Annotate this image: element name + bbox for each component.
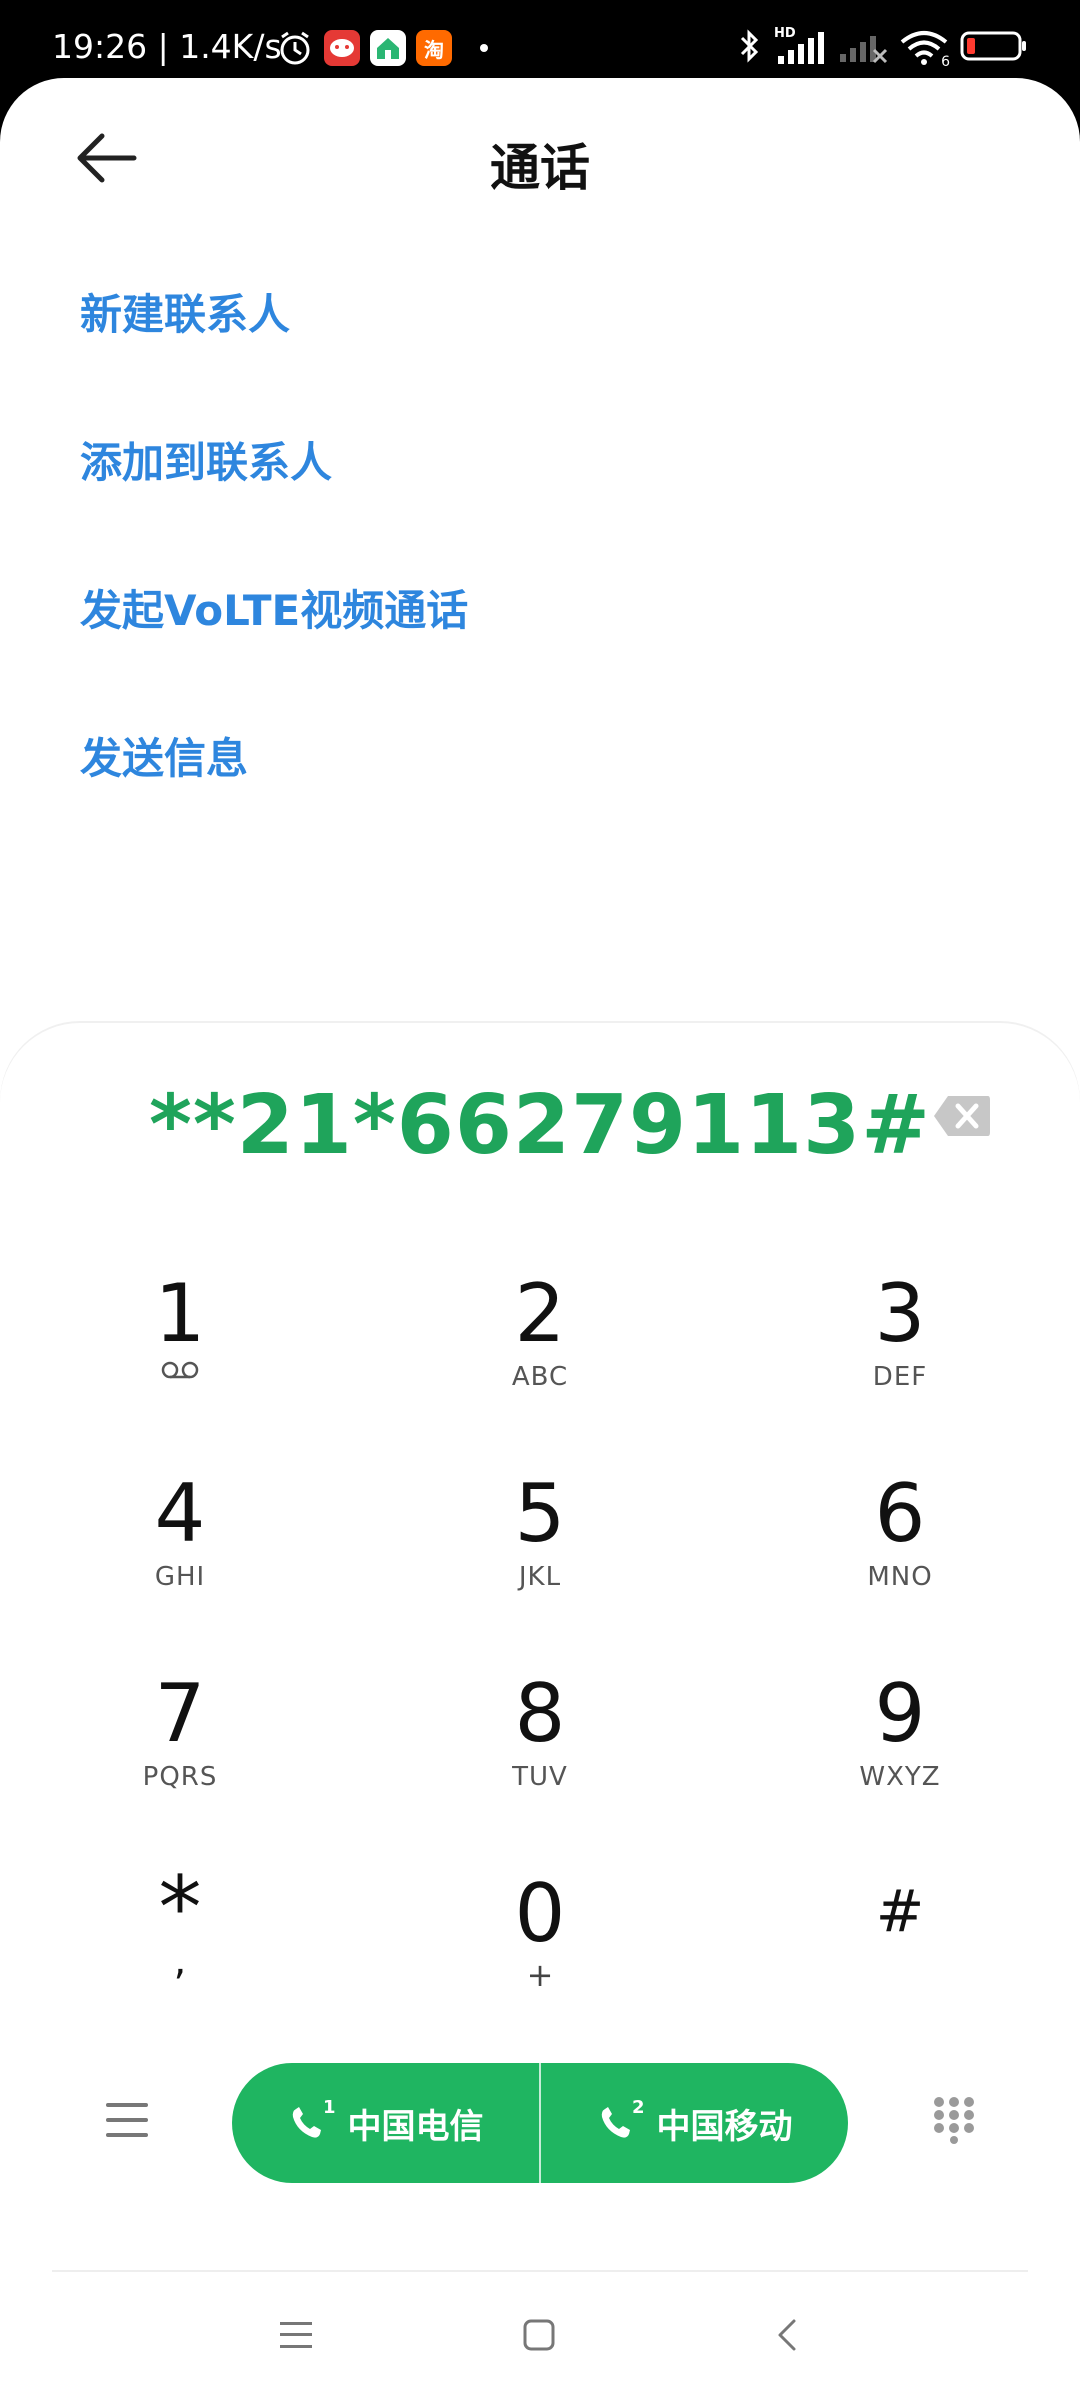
app-red-icon (324, 30, 360, 66)
menu-item-volte-video-call[interactable]: 发起VoLTE视频通话 (80, 572, 980, 720)
key-digit: 6 (874, 1467, 926, 1560)
dialed-number[interactable]: **21*66279113# (0, 1078, 1080, 1173)
key-4[interactable]: 4 GHI (90, 1470, 270, 1630)
nav-recents-button[interactable] (278, 2320, 314, 2350)
key-letters: MNO (867, 1562, 933, 1592)
call-buttons: 1 中国电信 2 中国移动 (232, 2063, 848, 2183)
taobao-icon: 淘 (416, 30, 452, 66)
key-letters: WXYZ (859, 1762, 941, 1792)
key-1[interactable]: 1 (90, 1270, 270, 1430)
app-green-home-icon (370, 30, 406, 66)
call-options-menu: 新建联系人 添加到联系人 发起VoLTE视频通话 发送信息 (80, 276, 980, 868)
key-2[interactable]: 2 ABC (450, 1270, 630, 1430)
signal-x-icon (838, 28, 888, 68)
bluetooth-icon (736, 28, 762, 68)
dialer-menu-button[interactable] (104, 2100, 150, 2140)
backspace-icon (934, 1096, 990, 1136)
key-letters: JKL (518, 1562, 562, 1592)
key-9[interactable]: 9 WXYZ (810, 1670, 990, 1830)
phone-sim2-icon: 2 (597, 2097, 645, 2143)
nav-recents-icon (280, 2322, 312, 2348)
dialpad-grid-icon (934, 2097, 974, 2144)
key-8[interactable]: 8 TUV (450, 1670, 630, 1830)
status-right-icons: HD 6 (736, 26, 1028, 70)
call-sim2-label: 中国移动 (656, 2106, 793, 2147)
key-digit: 5 (514, 1467, 566, 1560)
key-star[interactable]: * , (90, 1858, 270, 2030)
key-6[interactable]: 6 MNO (810, 1470, 990, 1630)
key-digit: 3 (874, 1267, 926, 1360)
phone-sim1-icon: 1 (288, 2097, 336, 2143)
key-symbol: , (173, 1938, 187, 1984)
nav-back-icon (778, 2319, 796, 2351)
key-letters: GHI (154, 1562, 206, 1592)
page-title: 通话 (490, 139, 590, 197)
menu-item-send-message[interactable]: 发送信息 (80, 720, 980, 868)
nav-back-button[interactable] (770, 2318, 804, 2352)
call-sim1-label: 中国电信 (347, 2106, 484, 2147)
wifi-label: 6 (941, 54, 950, 70)
key-digit: 9 (874, 1667, 926, 1760)
status-bar: 19:26 | 1.4K/s 淘 HD 6 (0, 0, 1080, 82)
key-digit: 1 (154, 1267, 206, 1360)
key-digit: 8 (514, 1667, 566, 1760)
navbar-divider (52, 2270, 1028, 2272)
nav-home-icon (523, 2319, 555, 2351)
key-7[interactable]: 7 PQRS (90, 1670, 270, 1830)
notification-dot-icon (480, 44, 488, 52)
menu-item-new-contact[interactable]: 新建联系人 (80, 276, 980, 424)
key-digit: 0 (514, 1867, 566, 1960)
hd-label: HD (774, 26, 796, 41)
signal-hd-icon: HD (774, 26, 826, 66)
call-sim1-button[interactable]: 1 中国电信 (232, 2063, 539, 2183)
sim1-badge: 1 (322, 2097, 336, 2118)
key-hash[interactable]: # (810, 1870, 990, 2030)
dialpad-toggle-button[interactable] (932, 2096, 976, 2144)
key-digit: 7 (154, 1667, 206, 1760)
key-digit: 4 (154, 1467, 206, 1560)
battery-icon (960, 29, 1028, 67)
key-letters: DEF (872, 1362, 928, 1392)
key-letters: TUV (512, 1762, 568, 1792)
voicemail-icon (90, 1360, 270, 1384)
key-digit: 2 (514, 1267, 566, 1360)
key-letters: ABC (511, 1362, 569, 1392)
wifi-icon: 6 (900, 30, 950, 70)
key-0[interactable]: 0 + (450, 1870, 630, 2030)
nav-home-button[interactable] (522, 2318, 556, 2352)
call-sim2-button[interactable]: 2 中国移动 (541, 2063, 848, 2183)
alarm-icon (276, 29, 314, 67)
key-5[interactable]: 5 JKL (450, 1470, 630, 1630)
key-digit: * (158, 1858, 202, 1958)
backspace-button[interactable] (932, 1094, 992, 1138)
key-digit: # (875, 1877, 925, 1945)
status-time: 19:26 | 1.4K/s (52, 27, 282, 66)
menu-item-add-to-contact[interactable]: 添加到联系人 (80, 424, 980, 572)
key-3[interactable]: 3 DEF (810, 1270, 990, 1430)
sim2-badge: 2 (631, 2097, 645, 2118)
key-symbol: + (526, 1956, 554, 1994)
status-app-icons: 淘 (276, 28, 488, 68)
hamburger-menu-icon (106, 2103, 148, 2137)
key-letters: PQRS (142, 1762, 218, 1792)
